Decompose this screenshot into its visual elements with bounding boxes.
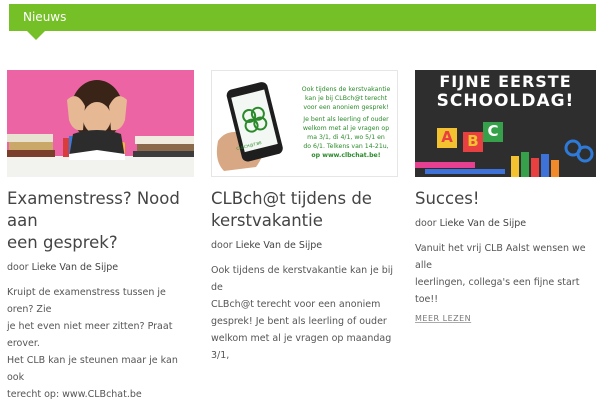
article-byline: door Lieke Van de Sijpe <box>211 240 398 251</box>
article-image-stressed-student[interactable] <box>7 70 194 177</box>
image-headline-line2: SCHOOLDAG! <box>436 91 575 111</box>
flyer-line: Je bent als leerling of ouder <box>303 115 389 123</box>
flyer-line: voor een anoniem gesprek! <box>303 104 389 112</box>
letter-block-a: A <box>441 128 453 146</box>
author-link[interactable]: Lieke Van de Sijpe <box>440 218 527 229</box>
excerpt-line: terecht op: www.CLBchat.be <box>7 389 142 400</box>
author-link[interactable]: Lieke Van de Sijpe <box>32 262 119 273</box>
flyer-line: Ook tijdens de kerstvakantie <box>301 86 391 93</box>
excerpt-line: CLBch@t terecht voor een anoniem <box>211 299 381 310</box>
read-more-link[interactable]: MEER LEZEN <box>415 314 596 323</box>
byline-prefix: door <box>7 262 29 273</box>
flyer-line: do 6/1. Telkens van 14-21u, <box>303 143 389 151</box>
excerpt-line: leerlingen, collega's een fijne start to… <box>415 277 580 305</box>
flyer-line: ma 3/1, di 4/1, wo 5/1 en <box>307 134 385 142</box>
stressed-student-illustration <box>7 70 194 177</box>
article-title-line[interactable]: CLBch@t tijdens de <box>211 188 398 210</box>
excerpt-line: gesprek! Je bent als leerling of ouder <box>211 316 387 327</box>
article-title-line[interactable]: een gesprek? <box>7 232 194 254</box>
byline-prefix: door <box>415 218 437 229</box>
article-byline: door Lieke Van de Sijpe <box>415 218 596 229</box>
article-byline: door Lieke Van de Sijpe <box>7 262 194 273</box>
section-title: Nieuws <box>23 10 67 24</box>
article-image-first-school-day[interactable]: FIJNE EERSTE SCHOOLDAG! A B C <box>415 70 596 177</box>
news-card-clbchat: CLBCH@T.BE Ook tijdens de kerstvakantie … <box>211 70 398 364</box>
article-excerpt: Ook tijdens de kerstvakantie kan je bij … <box>211 262 398 364</box>
flyer-line: kan je bij CLBch@t terecht <box>304 95 388 103</box>
article-title-line[interactable]: Examenstress? Nood aan <box>7 188 194 232</box>
flyer-line: op www.clbchat.be! <box>311 152 381 160</box>
article-title[interactable]: Succes! <box>415 188 596 210</box>
letter-block-c: C <box>487 122 499 140</box>
image-headline-line1: FIJNE EERSTE <box>439 72 572 91</box>
article-title[interactable]: CLBch@t tijdens de kerstvakantie <box>211 188 398 232</box>
article-title-line[interactable]: kerstvakantie <box>211 210 398 232</box>
excerpt-line: je het even niet meer zitten? Praat erov… <box>7 321 173 349</box>
excerpt-line: Vanuit het vrij CLB Aalst wensen we alle <box>415 243 586 271</box>
article-excerpt: Kruipt de examenstress tussen je oren? Z… <box>7 284 194 403</box>
flyer-text: Ook tijdens de kerstvakantie kan je bij … <box>296 85 396 161</box>
news-card-succes: FIJNE EERSTE SCHOOLDAG! A B C Succes! do… <box>415 70 596 323</box>
article-title[interactable]: Examenstress? Nood aan een gesprek? <box>7 188 194 254</box>
letter-block-b: B <box>467 132 479 150</box>
excerpt-line: Het CLB kan je steunen maar je kan ook <box>7 355 178 383</box>
author-link[interactable]: Lieke Van de Sijpe <box>236 240 323 251</box>
excerpt-line: welkom met al je vragen op maandag 3/1, <box>211 333 392 361</box>
news-card-examenstress: Examenstress? Nood aan een gesprek? door… <box>7 70 194 403</box>
excerpt-line: Ook tijdens de kerstvakantie kan je bij … <box>211 265 394 293</box>
news-section-header: Nieuws <box>9 4 596 31</box>
article-excerpt: Vanuit het vrij CLB Aalst wensen we alle… <box>415 240 596 308</box>
byline-prefix: door <box>211 240 233 251</box>
excerpt-line: Kruipt de examenstress tussen je oren? Z… <box>7 287 166 315</box>
article-image-clbchat[interactable]: CLBCH@T.BE Ook tijdens de kerstvakantie … <box>211 70 398 177</box>
article-title-line[interactable]: Succes! <box>415 188 596 210</box>
section-header-arrow <box>27 31 45 40</box>
flyer-line: welkom met al je vragen op <box>302 124 390 132</box>
